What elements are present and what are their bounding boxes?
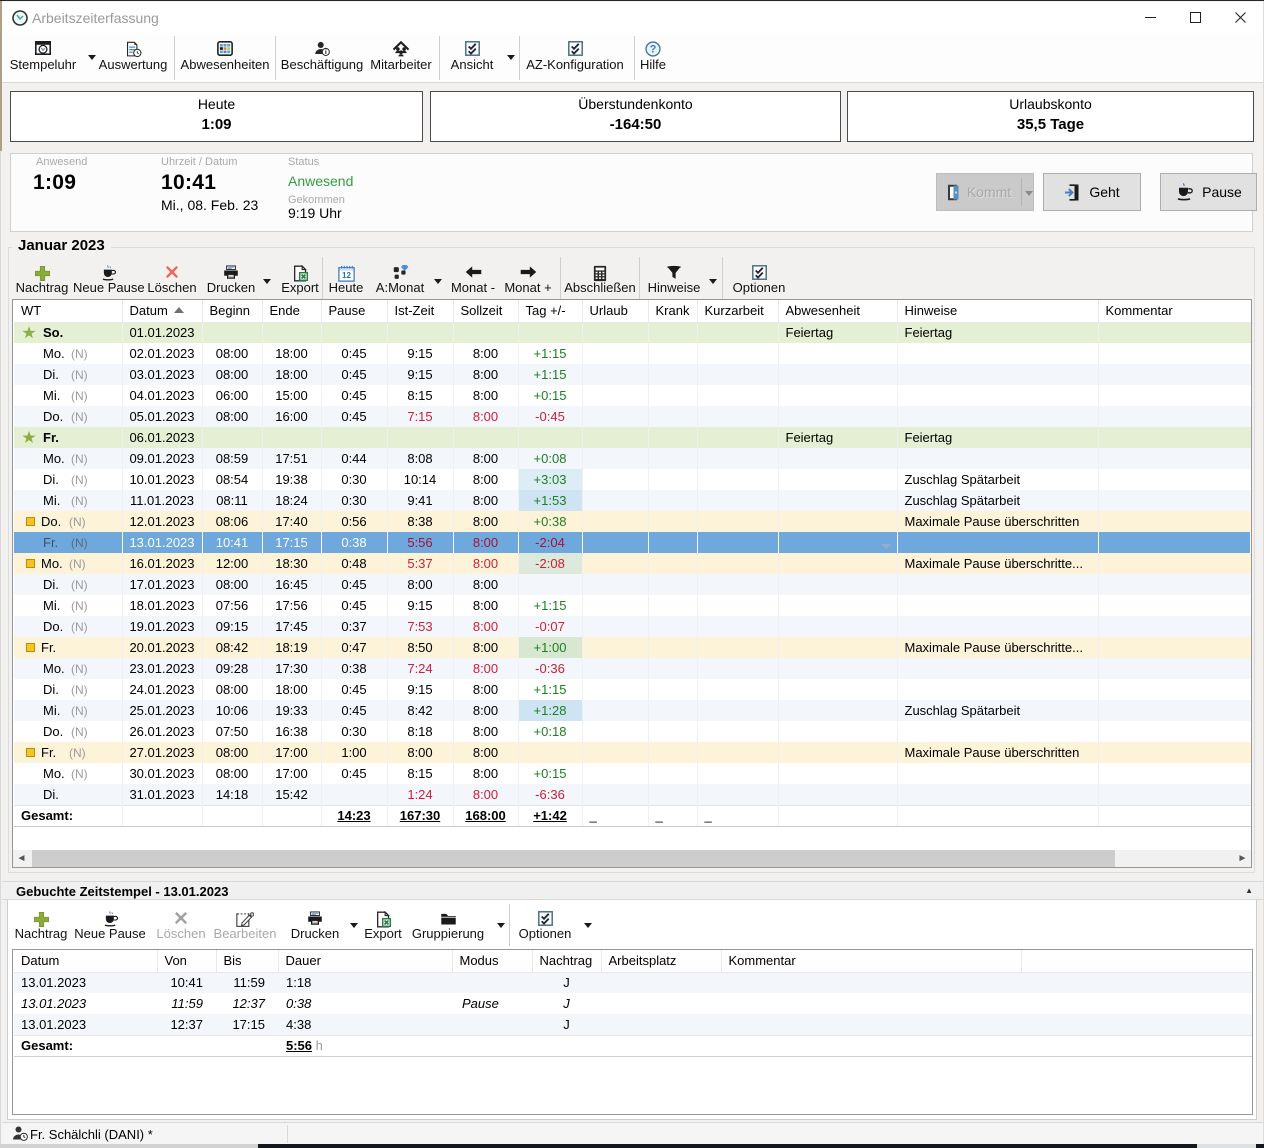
svg-text:?: ? xyxy=(650,44,657,56)
svg-text:12: 12 xyxy=(342,271,351,280)
